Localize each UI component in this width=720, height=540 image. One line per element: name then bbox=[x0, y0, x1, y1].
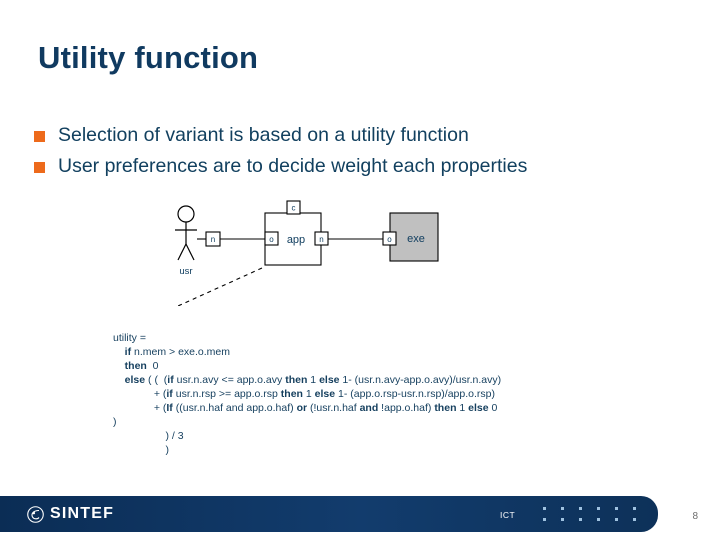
dot bbox=[597, 507, 600, 510]
stick-figure-actor-icon bbox=[175, 205, 197, 261]
dot bbox=[579, 507, 582, 510]
utility-formula: utility = if n.mem > exe.o.mem then 0 el… bbox=[113, 331, 501, 457]
formula-line: then 0 bbox=[124, 360, 159, 372]
dot bbox=[543, 518, 546, 521]
component-diagram: usr n app c o n exe o bbox=[0, 196, 720, 306]
formula-line: + (if usr.n.rsp >= app.o.rsp then 1 else… bbox=[153, 388, 495, 400]
dot bbox=[543, 507, 546, 510]
unit-label: ICT bbox=[500, 510, 516, 520]
svg-text:n: n bbox=[319, 235, 323, 244]
dot-grid-decoration bbox=[543, 507, 641, 523]
actor-label: usr bbox=[179, 266, 192, 277]
app-port-c: c bbox=[286, 200, 301, 215]
dot bbox=[561, 507, 564, 510]
dot bbox=[579, 518, 582, 521]
svg-text:o: o bbox=[387, 235, 392, 244]
dot bbox=[597, 518, 600, 521]
app-port-o: o bbox=[264, 231, 279, 246]
bullet-list: Selection of variant is based on a utili… bbox=[34, 124, 684, 186]
exe-port-o: o bbox=[382, 231, 397, 246]
list-item-label: User preferences are to decide weight ea… bbox=[58, 154, 528, 177]
formula-line: ) / 3 bbox=[165, 430, 184, 442]
square-bullet-icon bbox=[34, 161, 45, 173]
dot bbox=[615, 518, 618, 521]
list-item: User preferences are to decide weight ea… bbox=[34, 155, 684, 179]
page-number: 8 bbox=[692, 511, 698, 522]
svg-text:o: o bbox=[269, 235, 274, 244]
list-item-label: Selection of variant is based on a utili… bbox=[58, 124, 469, 146]
app-component-label: app bbox=[287, 234, 305, 246]
sintef-swirl-icon bbox=[27, 505, 44, 523]
sintef-logo-text: SINTEF bbox=[50, 505, 115, 522]
slide-canvas: Utility function Selection of variant is… bbox=[0, 0, 720, 540]
formula-line: + (If ((usr.n.haf and app.o.haf) or (!us… bbox=[153, 402, 498, 414]
svg-text:n: n bbox=[211, 235, 215, 244]
formula-line: else ( ( (if usr.n.avy <= app.o.avy then… bbox=[124, 374, 502, 386]
dot bbox=[561, 518, 564, 521]
dot bbox=[633, 518, 636, 521]
actor-port-n: n bbox=[205, 231, 221, 247]
formula-line: ) bbox=[165, 444, 170, 456]
footer-bar: SINTEF ICT bbox=[0, 496, 658, 532]
dot bbox=[615, 507, 618, 510]
page-title: Utility function bbox=[38, 40, 259, 75]
formula-line: utility = bbox=[113, 332, 146, 344]
formula-line: if n.mem > exe.o.mem bbox=[124, 346, 231, 358]
list-item: Selection of variant is based on a utili… bbox=[34, 124, 684, 148]
square-bullet-icon bbox=[34, 131, 45, 142]
svg-text:c: c bbox=[292, 204, 296, 213]
dot bbox=[633, 507, 636, 510]
formula-line: ) bbox=[113, 416, 117, 428]
app-port-n: n bbox=[314, 231, 329, 246]
sintef-logo: SINTEF bbox=[27, 505, 114, 523]
exe-component-label: exe bbox=[407, 233, 425, 245]
